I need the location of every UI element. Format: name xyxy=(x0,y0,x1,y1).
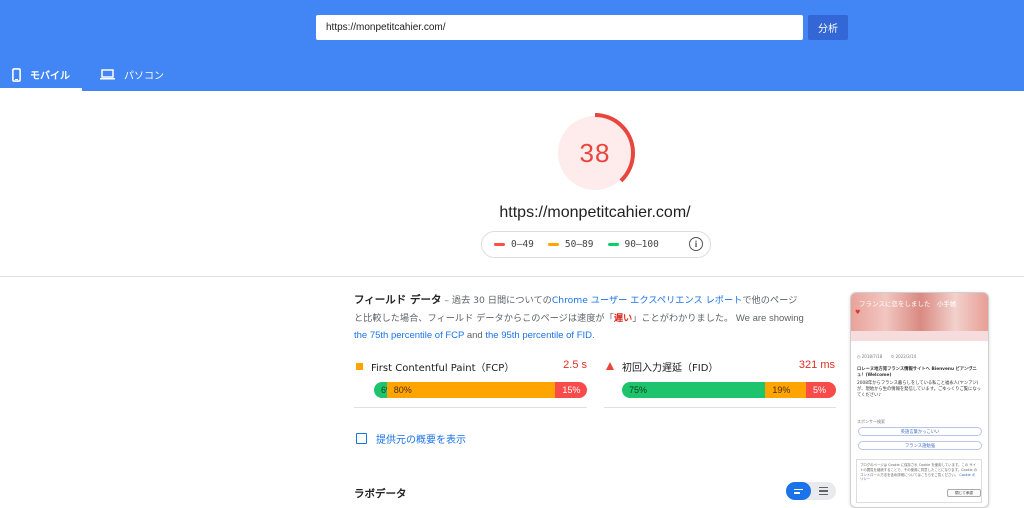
distribution-segment-good: 75% xyxy=(622,382,766,398)
heart-icon: ♥ xyxy=(855,309,861,316)
metric-fid-divider xyxy=(604,407,836,408)
section-divider xyxy=(0,276,1024,277)
legend-item-poor: 0–49 xyxy=(494,239,534,250)
average-square-icon xyxy=(356,362,363,370)
active-tab-indicator xyxy=(0,88,82,91)
field-data-title: フィールド データ xyxy=(354,294,442,306)
legend-poor-marker xyxy=(494,243,505,246)
url-input[interactable] xyxy=(316,15,803,40)
warning-triangle-icon xyxy=(606,362,614,370)
metric-fcp-value: 2.5 s xyxy=(563,359,587,371)
legend-average-marker xyxy=(547,243,559,246)
legend-item-average: 50–89 xyxy=(547,239,594,250)
legend-good-marker xyxy=(607,243,619,246)
distribution-segment-poor: 15% xyxy=(555,382,587,398)
metric-fid-header: 初回入力遅延（FID） xyxy=(606,359,719,374)
legend-good-label: 90–100 xyxy=(624,239,659,250)
tab-mobile[interactable]: モバイル xyxy=(4,58,78,91)
field-desc-text-1: – 過去 30 日間についての xyxy=(441,295,552,306)
legend-average-label: 50–89 xyxy=(564,239,594,250)
cookie-accept-button[interactable]: 閉じて承認 xyxy=(947,489,981,497)
analyzed-url: https://monpetitcahier.com/ xyxy=(499,204,691,221)
field-desc-en-3: . xyxy=(592,330,595,341)
mobile-screenshot-preview: フランスに恋をしました 小手帳 ♥ ◷ 2018/7/18 ↻ 2022/3/1… xyxy=(850,292,989,508)
legend-poor-label: 0–49 xyxy=(511,239,534,250)
metric-fcp-divider xyxy=(354,407,587,408)
origin-summary-toggle[interactable]: 提供元の概要を表示 xyxy=(356,431,466,446)
tab-mobile-label: モバイル xyxy=(30,71,70,82)
metric-fid-distribution-bar: 75% 19% 5% xyxy=(622,382,836,398)
smartphone-icon xyxy=(12,67,21,82)
analyze-button[interactable]: 分析 xyxy=(808,15,848,40)
origin-summary-checkbox[interactable] xyxy=(356,433,367,444)
metric-fcp-name: First Contentful Paint（FCP） xyxy=(371,362,515,374)
origin-summary-label: 提供元の概要を表示 xyxy=(376,435,466,446)
site-intro-text: 2008年からフランス暮らしをしている私こと福永人(ヤンアジ)が、現地から生の情… xyxy=(857,381,981,398)
lab-data-title: ラボデータ xyxy=(354,488,407,500)
distribution-segment-average: 80% xyxy=(386,382,556,398)
metric-fcp-header: First Contentful Paint（FCP） xyxy=(356,359,515,374)
tab-desktop[interactable]: パソコン xyxy=(92,58,172,91)
field-desc-en-1: We are showing xyxy=(733,312,804,324)
fid-percentile-link[interactable]: the 95th percentile of FID xyxy=(485,330,592,341)
detail-view-button[interactable] xyxy=(811,482,836,500)
metric-fcp-distribution-bar: 6%80%15% xyxy=(374,382,587,398)
view-toggle xyxy=(786,482,836,500)
fcp-percentile-link[interactable]: the 75th percentile of FCP xyxy=(354,330,464,341)
sponsor-link-2[interactable]: フランス語勉強 xyxy=(858,441,982,450)
crux-report-link[interactable]: Chrome ユーザー エクスペリエンス レポート xyxy=(552,295,743,306)
site-banner-title: フランスに恋をしました 小手帳 xyxy=(859,300,957,308)
distribution-segment-good: 6% xyxy=(374,382,394,398)
sponsor-label: スポンサー検索 xyxy=(857,419,885,424)
site-headline: ロレーヌ地方発フランス情報サイトへ Bienvenu ビアンヴニュ！(Welco… xyxy=(857,367,977,378)
list-view-button[interactable] xyxy=(786,482,811,500)
score-legend: 0–49 50–89 90–100 xyxy=(481,231,711,258)
slow-rating: 遅い xyxy=(613,312,633,324)
sponsor-link-1[interactable]: 英語言葉かっこいい xyxy=(858,427,982,436)
field-desc-en-2: and xyxy=(464,330,486,341)
metric-fid-value: 321 ms xyxy=(798,359,835,371)
laptop-icon xyxy=(100,69,115,80)
field-desc-text-3: 」ことがわかりました。 xyxy=(632,312,734,324)
post-date-2: ↻ 2022/3/14 xyxy=(891,354,917,359)
legend-item-good: 90–100 xyxy=(607,239,659,250)
field-data-description: フィールド データ – 過去 30 日間についてのChrome ユーザー エクス… xyxy=(354,292,804,345)
distribution-segment-average: 19% xyxy=(765,382,807,398)
metric-fid-name: 初回入力遅延（FID） xyxy=(622,362,719,374)
post-date-1: ◷ 2018/7/18 xyxy=(857,354,883,359)
site-nav-strip xyxy=(851,331,988,341)
distribution-segment-poor: 5% xyxy=(806,382,836,398)
info-icon[interactable]: i xyxy=(689,237,703,251)
tab-desktop-label: パソコン xyxy=(124,71,164,82)
performance-score: 38 xyxy=(579,137,611,168)
